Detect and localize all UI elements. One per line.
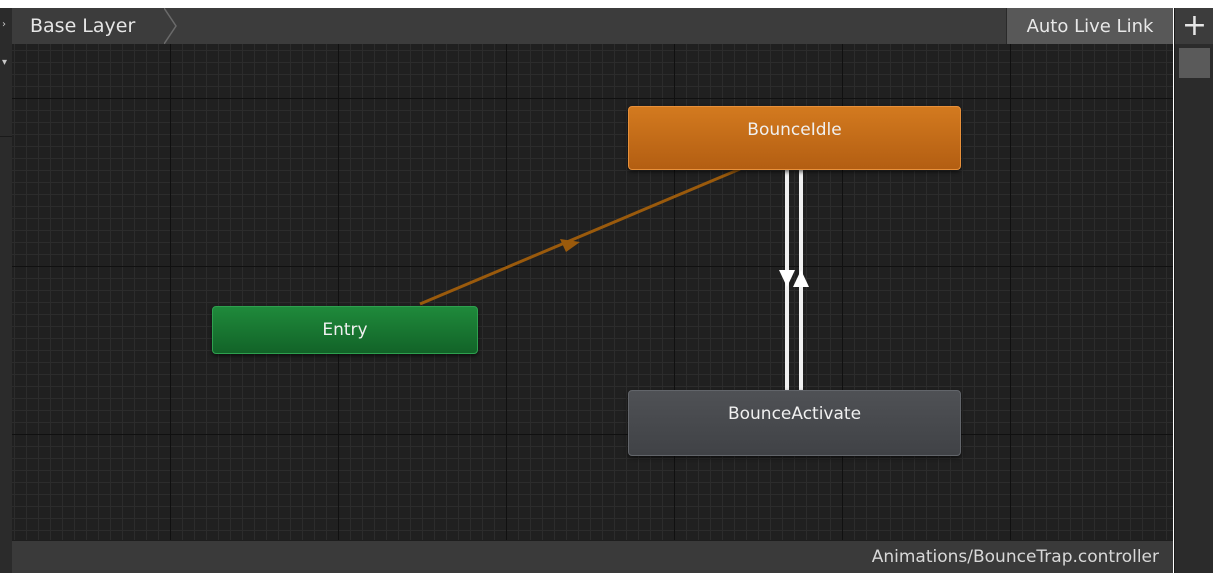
down-arrow-icon: [779, 270, 795, 287]
animator-graph-canvas[interactable]: BounceIdle Entry BounceActivate: [12, 44, 1173, 540]
graph-toolbar: Base Layer Auto Live Link: [12, 8, 1173, 45]
scrollbar-thumb[interactable]: [1179, 48, 1210, 78]
panel-divider: [0, 88, 12, 137]
transition-activate-to-idle[interactable]: [793, 170, 809, 390]
state-node-bounceidle[interactable]: BounceIdle: [628, 106, 961, 170]
default-transition-arrowhead-icon: [560, 239, 580, 252]
default-transition-arrow[interactable]: [419, 167, 741, 306]
breadcrumb-label: Base Layer: [30, 15, 136, 37]
up-arrow-icon: [793, 270, 809, 287]
breadcrumb-chevron-icon: [164, 8, 177, 44]
dropdown-arrow-icon[interactable]: ▾: [2, 58, 7, 68]
transition-edges: [419, 167, 809, 390]
auto-live-link-label: Auto Live Link: [1026, 15, 1154, 37]
entry-label: Entry: [322, 320, 368, 340]
transition-idle-to-activate[interactable]: [779, 170, 795, 390]
status-bar: Animations/BounceTrap.controller: [12, 540, 1173, 573]
entry-node[interactable]: Entry: [212, 306, 478, 354]
breadcrumb-base-layer[interactable]: Base Layer: [12, 8, 176, 44]
state-label: BounceIdle: [747, 120, 842, 140]
plus-icon: +: [1181, 8, 1208, 43]
state-node-bounceactivate[interactable]: BounceActivate: [628, 390, 961, 456]
auto-live-link-button[interactable]: Auto Live Link: [1006, 8, 1173, 44]
add-layer-button[interactable]: +: [1175, 8, 1213, 44]
asset-path: Animations/BounceTrap.controller: [871, 547, 1159, 567]
state-label: BounceActivate: [727, 404, 862, 424]
right-panel: +: [1174, 8, 1213, 573]
collapse-arrow-icon[interactable]: ›: [2, 20, 6, 30]
